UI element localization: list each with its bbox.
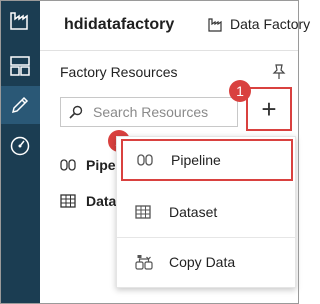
new-resource-menu: Pipeline Dataset Copy Data: [116, 136, 296, 288]
dataset-icon: [60, 194, 76, 208]
menu-item-pipeline[interactable]: Pipeline: [121, 139, 293, 181]
nav-rail: [0, 0, 40, 304]
top-bar: hdidatafactory Data Factory: [40, 0, 310, 50]
data-factory-tab-label: Data Factory: [230, 16, 311, 32]
menu-separator: [117, 237, 295, 238]
nav-data-factory-button[interactable]: [0, 0, 40, 40]
menu-item-label: Pipeline: [171, 152, 221, 168]
factory-name: hdidatafactory: [64, 16, 175, 33]
nav-dashboard-button[interactable]: [0, 46, 40, 86]
pipeline-icon: [60, 159, 76, 171]
callout-badge-1: 1: [229, 80, 251, 102]
pencil-icon: [11, 96, 29, 114]
data-factory-icon: [10, 12, 28, 30]
menu-item-label: Copy Data: [169, 254, 236, 270]
menu-item-copy-data[interactable]: Copy Data: [117, 241, 295, 283]
add-resource-button[interactable]: +: [246, 87, 292, 131]
nav-author-button[interactable]: [0, 86, 40, 124]
data-factory-icon: [208, 18, 222, 32]
monitor-icon: [10, 136, 30, 156]
copy-data-icon: [135, 255, 153, 270]
data-factory-tab[interactable]: Data Factory: [208, 16, 310, 32]
dashboard-icon: [10, 56, 30, 76]
nav-monitor-button[interactable]: [0, 126, 40, 166]
menu-item-label: Dataset: [169, 204, 218, 220]
panel-title: Factory Resources: [60, 64, 178, 80]
search-box[interactable]: [60, 97, 238, 127]
divider: [40, 50, 299, 51]
pipeline-icon: [137, 154, 153, 166]
dataset-icon: [135, 205, 151, 219]
search-input[interactable]: [93, 104, 233, 120]
pin-icon[interactable]: [272, 64, 286, 80]
search-icon: [69, 105, 83, 119]
menu-item-dataset[interactable]: Dataset: [117, 191, 295, 233]
